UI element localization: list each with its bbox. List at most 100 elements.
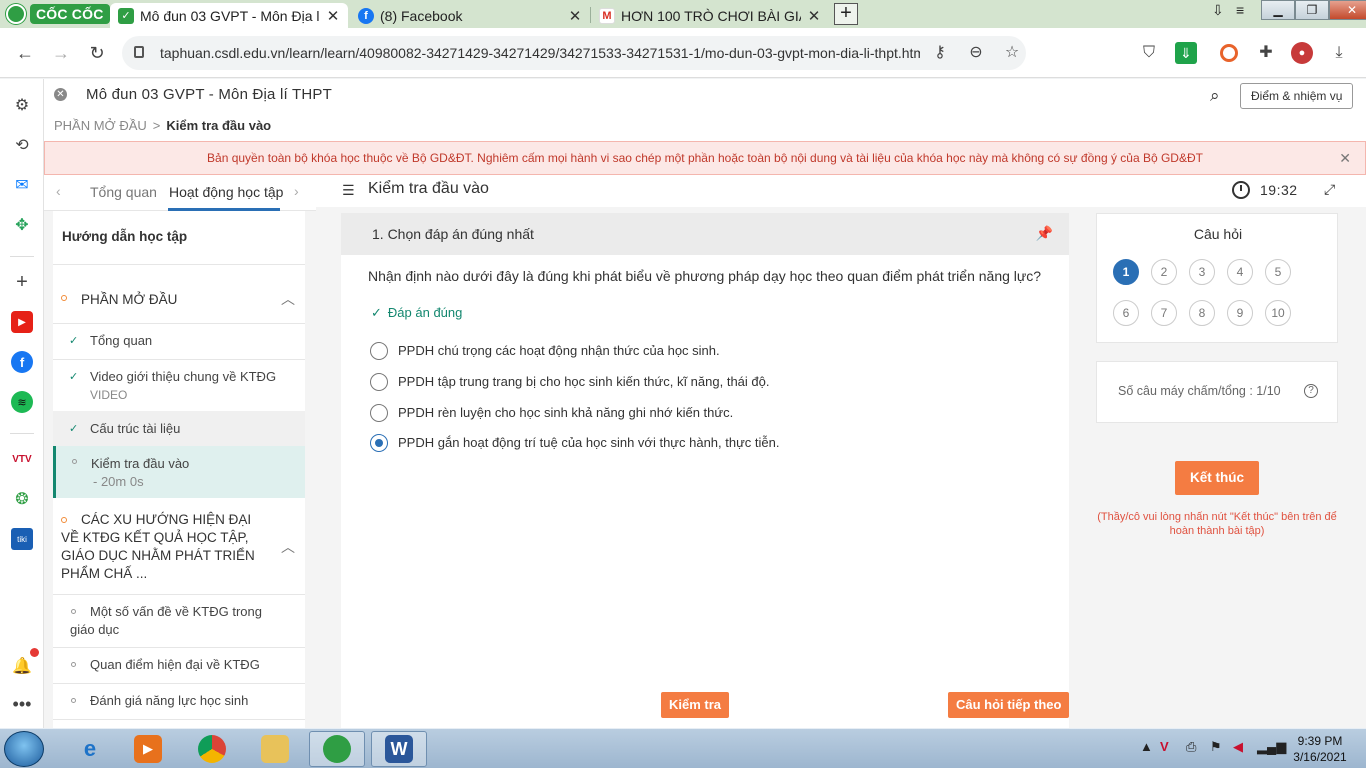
download-icon[interactable]: ⇓ xyxy=(1175,42,1197,64)
list-item[interactable]: ✓ Cấu trúc tài liệu xyxy=(53,411,305,446)
radio-button-selected[interactable] xyxy=(370,434,388,452)
tray-signal-icon[interactable]: ▂▄▆ xyxy=(1257,739,1286,755)
tab-course[interactable]: ✓ Mô đun 03 GVPT - Môn Địa lí ✕ xyxy=(110,3,348,28)
add-icon[interactable]: + xyxy=(11,271,33,293)
chevron-right-icon[interactable]: › xyxy=(294,183,299,199)
extension-ring-icon[interactable] xyxy=(1220,44,1238,62)
search-icon[interactable]: ⌕ xyxy=(1210,86,1230,106)
close-icon[interactable]: ✕ xyxy=(568,7,582,25)
list-item[interactable]: ✓ Tổng quan xyxy=(53,324,305,359)
reload-icon[interactable]: ↻ xyxy=(86,42,108,64)
section-intro[interactable]: PHẦN MỞ ĐẦU ︿ xyxy=(53,289,305,319)
question-number[interactable]: 6 xyxy=(1113,300,1139,326)
maximize-button[interactable]: ❐ xyxy=(1295,0,1329,20)
pin-icon[interactable]: 📌 xyxy=(1036,225,1053,242)
tab-title: HƠN 100 TRÒ CHƠI BÀI GIẢN xyxy=(621,7,801,24)
gamepad-icon[interactable]: ✥ xyxy=(11,214,33,236)
tray-volume-muted-icon[interactable]: ◀ xyxy=(1233,739,1243,755)
question-number-current[interactable]: 1 xyxy=(1113,259,1139,285)
taskbar-word[interactable]: W xyxy=(371,731,427,767)
tiki-icon[interactable]: tiki xyxy=(11,528,33,550)
question-number[interactable]: 2 xyxy=(1151,259,1177,285)
clock-time: 9:39 PM xyxy=(1297,734,1343,748)
tab-activities[interactable]: Hoạt động học tập xyxy=(169,184,283,200)
tray-flag-icon[interactable]: ⚑ xyxy=(1210,739,1222,755)
close-icon[interactable]: ✕ xyxy=(807,7,821,25)
coccoc-game-icon[interactable]: ❂ xyxy=(11,488,33,510)
more-icon[interactable]: ••• xyxy=(11,693,33,715)
tab-title: Mô đun 03 GVPT - Môn Địa lí xyxy=(140,7,320,24)
key-icon[interactable]: ⚷ xyxy=(930,44,950,62)
vtv-go-icon[interactable]: VTV xyxy=(11,448,33,470)
question-number[interactable]: 8 xyxy=(1189,300,1215,326)
taskbar-media-player[interactable]: ▶ xyxy=(120,731,176,767)
points-button[interactable]: Điểm & nhiệm vụ xyxy=(1240,83,1354,109)
next-question-button[interactable]: Câu hỏi tiếp theo xyxy=(948,692,1070,718)
bell-icon[interactable]: 🔔 xyxy=(11,655,33,677)
finish-button[interactable]: Kết thúc xyxy=(1175,461,1259,495)
tab-gmail[interactable]: M HƠN 100 TRÒ CHƠI BÀI GIẢN ✕ xyxy=(591,3,829,28)
close-icon[interactable]: ✕ xyxy=(326,7,340,25)
zoom-out-icon[interactable]: ⊖ xyxy=(966,44,986,62)
question-number[interactable]: 4 xyxy=(1227,259,1253,285)
youtube-icon[interactable]: ▶ xyxy=(11,311,33,333)
close-icon[interactable]: ✕ xyxy=(1339,142,1351,174)
check-button[interactable]: Kiểm tra xyxy=(661,692,730,718)
tab-facebook[interactable]: f (8) Facebook ✕ xyxy=(350,3,590,28)
close-course-icon[interactable]: ✕ xyxy=(54,88,67,101)
new-tab-button[interactable]: + xyxy=(834,3,858,25)
help-icon[interactable]: ? xyxy=(1304,384,1318,398)
study-guide-link[interactable]: Hướng dẫn học tập xyxy=(62,229,187,244)
tray-expand-icon[interactable]: ▲ xyxy=(1140,739,1153,754)
messenger-icon[interactable]: ✉ xyxy=(11,174,33,196)
taskbar-chrome[interactable] xyxy=(184,731,240,767)
taskbar-coccoc[interactable] xyxy=(309,731,365,767)
question-heading: 1. Chọn đáp án đúng nhất xyxy=(372,226,534,242)
window-close-button[interactable]: ✕ xyxy=(1329,0,1366,20)
question-number[interactable]: 3 xyxy=(1189,259,1215,285)
download-arrow-icon[interactable]: ⇩ xyxy=(1212,2,1224,19)
forward-arrow-icon[interactable]: → xyxy=(50,42,72,64)
taskbar-ie[interactable]: e xyxy=(62,731,118,767)
url-text[interactable]: taphuan.csdl.edu.vn/learn/learn/40980082… xyxy=(160,45,920,61)
list-menu-icon[interactable]: ☰ xyxy=(342,182,358,199)
coccoc-logo[interactable]: CỐC CỐC xyxy=(6,3,110,25)
question-number[interactable]: 10 xyxy=(1265,300,1291,326)
chevron-left-icon[interactable]: ‹ xyxy=(56,183,61,199)
menu-icon[interactable]: ≡ xyxy=(1236,2,1244,18)
radio-button[interactable] xyxy=(370,404,388,422)
spotify-icon[interactable]: ≋ xyxy=(11,391,33,413)
tray-v-icon[interactable]: V xyxy=(1160,739,1169,754)
start-button[interactable] xyxy=(4,731,44,767)
question-number[interactable]: 9 xyxy=(1227,300,1253,326)
radio-button[interactable] xyxy=(370,342,388,360)
chevron-up-icon[interactable]: ︿ xyxy=(281,537,295,557)
question-number[interactable]: 5 xyxy=(1265,259,1291,285)
list-item-current[interactable]: Kiểm tra đầu vào - 20m 0s xyxy=(53,446,305,498)
tab-overview[interactable]: Tổng quan xyxy=(90,184,157,200)
tray-device-icon[interactable]: ⎙ xyxy=(1186,739,1196,755)
question-number[interactable]: 7 xyxy=(1151,300,1177,326)
list-item[interactable]: Quan điểm hiện đại về KTĐG xyxy=(53,648,305,683)
settings-gear-icon[interactable]: ⚙ xyxy=(11,94,33,116)
list-item[interactable]: Một số vấn đề về KTĐG trong giáo dục xyxy=(53,595,305,646)
minimize-button[interactable]: ▁ xyxy=(1261,0,1295,20)
system-clock[interactable]: 9:39 PM 3/16/2021 xyxy=(1284,733,1356,765)
section-trends[interactable]: CÁC XU HƯỚNG HIỆN ĐẠI VỀ KTĐG KẾT QUẢ HỌ… xyxy=(53,511,305,591)
chevron-up-icon[interactable]: ︿ xyxy=(281,289,295,309)
puzzle-icon[interactable]: ✚ xyxy=(1255,42,1277,64)
facebook-icon[interactable]: f xyxy=(11,351,33,373)
downloads-tray-icon[interactable]: ⤓ xyxy=(1328,42,1350,64)
fullscreen-icon[interactable]: ⤢ xyxy=(1324,181,1335,198)
list-item[interactable]: ✓ Video giới thiệu chung về KTĐG VIDEO xyxy=(53,360,305,411)
breadcrumb-parent[interactable]: PHẦN MỞ ĐẦU xyxy=(54,118,147,133)
list-item[interactable]: Đánh giá năng lực học sinh xyxy=(53,684,305,719)
history-icon[interactable]: ⟲ xyxy=(11,134,33,156)
taskbar-explorer[interactable] xyxy=(247,731,303,767)
profile-avatar[interactable]: ● xyxy=(1291,42,1313,64)
radio-button[interactable] xyxy=(370,373,388,391)
back-arrow-icon[interactable]: ← xyxy=(14,42,36,64)
address-bar[interactable]: taphuan.csdl.edu.vn/learn/learn/40980082… xyxy=(122,36,1026,70)
shield-icon[interactable]: ⛉ xyxy=(1138,42,1160,64)
star-icon[interactable]: ☆ xyxy=(1002,44,1022,62)
